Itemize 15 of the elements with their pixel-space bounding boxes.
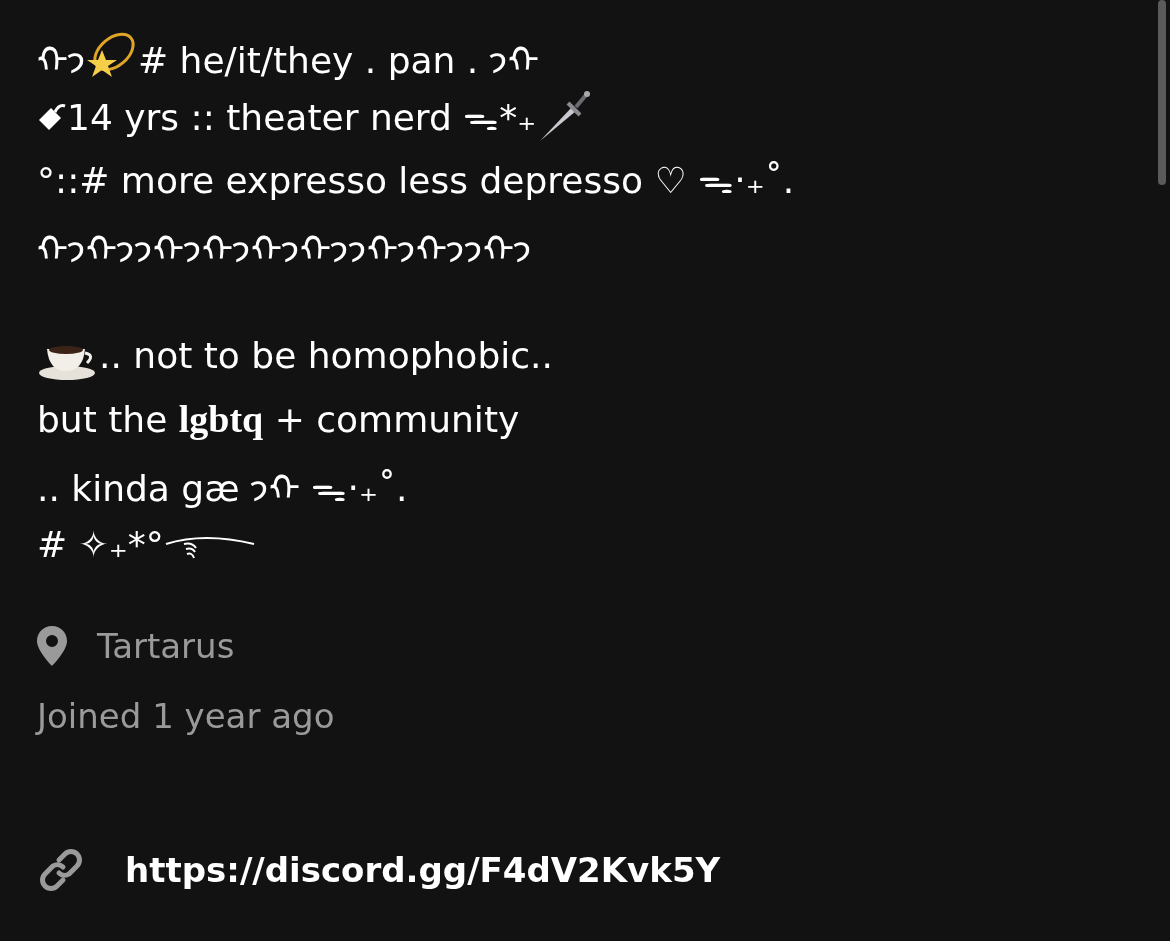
bio-text: ᡣ𐭩 <box>37 39 86 83</box>
bio-text: .. kinda gæ 𐭩ᡣ ᯓ‧₊˚. <box>37 467 408 511</box>
bio-text: but the lgbtq + community <box>37 396 520 441</box>
bio-text: ᡣ𐭩ᡣ𐭩𐭩ᡣ𐭩ᡣ𐭩ᡣ𐭩ᡣ𐭩𐭩ᡣ𐭩ᡣ𐭩𐭩ᡣ𐭩 <box>37 228 532 272</box>
scrollbar-thumb[interactable] <box>1158 0 1166 185</box>
bio-text: # he/it/they . pan . 𐭩ᡣ <box>138 39 539 83</box>
link-icon <box>37 846 85 894</box>
discord-link[interactable]: https://discord.gg/F4dV2Kvk5Y <box>125 850 721 890</box>
location-pin-icon <box>37 626 67 666</box>
bio-text: °::# more expresso less depresso ♡ ᯓ‧₊˚. <box>37 159 795 203</box>
bio-text: 14 yrs :: theater nerd ᯓ*₊ <box>67 96 537 140</box>
bio-text: # ✧₊*° <box>37 524 164 565</box>
location-text: Tartarus <box>97 626 235 666</box>
bio-text: .. not to be homophobic.. <box>99 335 553 376</box>
joined-date: Joined 1 year ago <box>37 696 336 736</box>
